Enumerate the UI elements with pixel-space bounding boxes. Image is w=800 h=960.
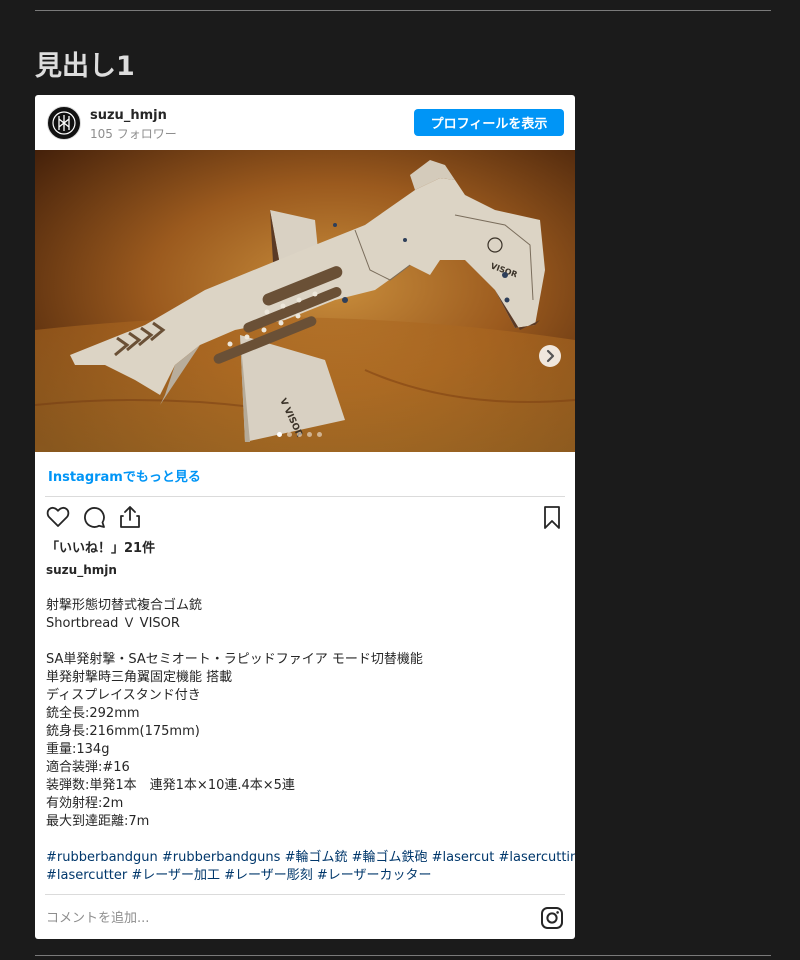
instagram-embed: suzu_hmjn 105 フォロワー プロフィールを表示 V VISOR VI… (35, 95, 575, 939)
share-icon[interactable] (117, 504, 143, 530)
post-caption: 射撃形態切替式複合ゴム銃 Shortbread Ｖ VISOR SA単発射撃・S… (46, 597, 575, 885)
divider (45, 894, 565, 895)
carousel-dot (317, 432, 322, 437)
view-profile-button[interactable]: プロフィールを表示 (414, 109, 564, 136)
caption-line: 有効射程:2m (46, 796, 124, 811)
logo-avatar-icon (52, 111, 76, 135)
caption-line: 単発射撃時三角翼固定機能 搭載 (46, 670, 233, 685)
bookmark-icon[interactable] (539, 504, 565, 530)
carousel-dot (277, 432, 282, 437)
post-header: suzu_hmjn 105 フォロワー プロフィールを表示 (35, 95, 575, 150)
avatar[interactable] (47, 106, 81, 140)
post-image[interactable]: V VISOR VISOR (35, 150, 575, 452)
instagram-icon[interactable] (540, 906, 564, 930)
caption-line: Shortbread Ｖ VISOR (46, 616, 180, 631)
caption-line: 銃身長:216mm(175mm) (46, 724, 200, 739)
page-heading: 見出し1 (35, 51, 135, 82)
caption-line: 最大到達距離:7m (46, 814, 150, 829)
carousel-dot (297, 432, 302, 437)
carousel-dot (307, 432, 312, 437)
divider (45, 496, 565, 497)
comment-icon[interactable] (81, 504, 107, 530)
caption-line: 適合装弾:#16 (46, 760, 130, 775)
hashtag-line[interactable]: #lasercutter #レーザー加工 #レーザー彫刻 #レーザーカッター (46, 867, 571, 885)
heart-icon[interactable] (45, 504, 71, 530)
next-slide-button[interactable] (539, 345, 561, 367)
bottom-divider (35, 955, 771, 956)
hashtag-line[interactable]: #rubberbandgun #rubberbandguns #輪ゴム銃 #輪ゴ… (46, 849, 575, 867)
carousel-dot (287, 432, 292, 437)
comment-input[interactable] (46, 907, 516, 929)
top-divider (35, 10, 771, 11)
caption-line: SA単発射撃・SAセミオート・ラピッドファイア モード切替機能 (46, 652, 423, 667)
caption-line: 射撃形態切替式複合ゴム銃 (46, 598, 203, 613)
caption-line: 銃全長:292mm (46, 706, 140, 721)
caption-username[interactable]: suzu_hmjn (46, 563, 117, 577)
caption-line: ディスプレイスタンド付き (46, 688, 201, 703)
view-more-on-instagram-link[interactable]: Instagramでもっと見る (48, 466, 201, 485)
caption-line: 重量:134g (46, 742, 110, 757)
caption-line: 装弾数:単発1本 連発1本×10連.4本×5連 (46, 778, 295, 793)
like-count[interactable]: 「いいね！」21件 (46, 537, 155, 556)
rubber-band-gun-photo: V VISOR VISOR (35, 150, 575, 452)
follower-count: 105 フォロワー (90, 127, 177, 141)
post-username[interactable]: suzu_hmjn (90, 108, 167, 123)
chevron-right-icon (546, 349, 555, 363)
